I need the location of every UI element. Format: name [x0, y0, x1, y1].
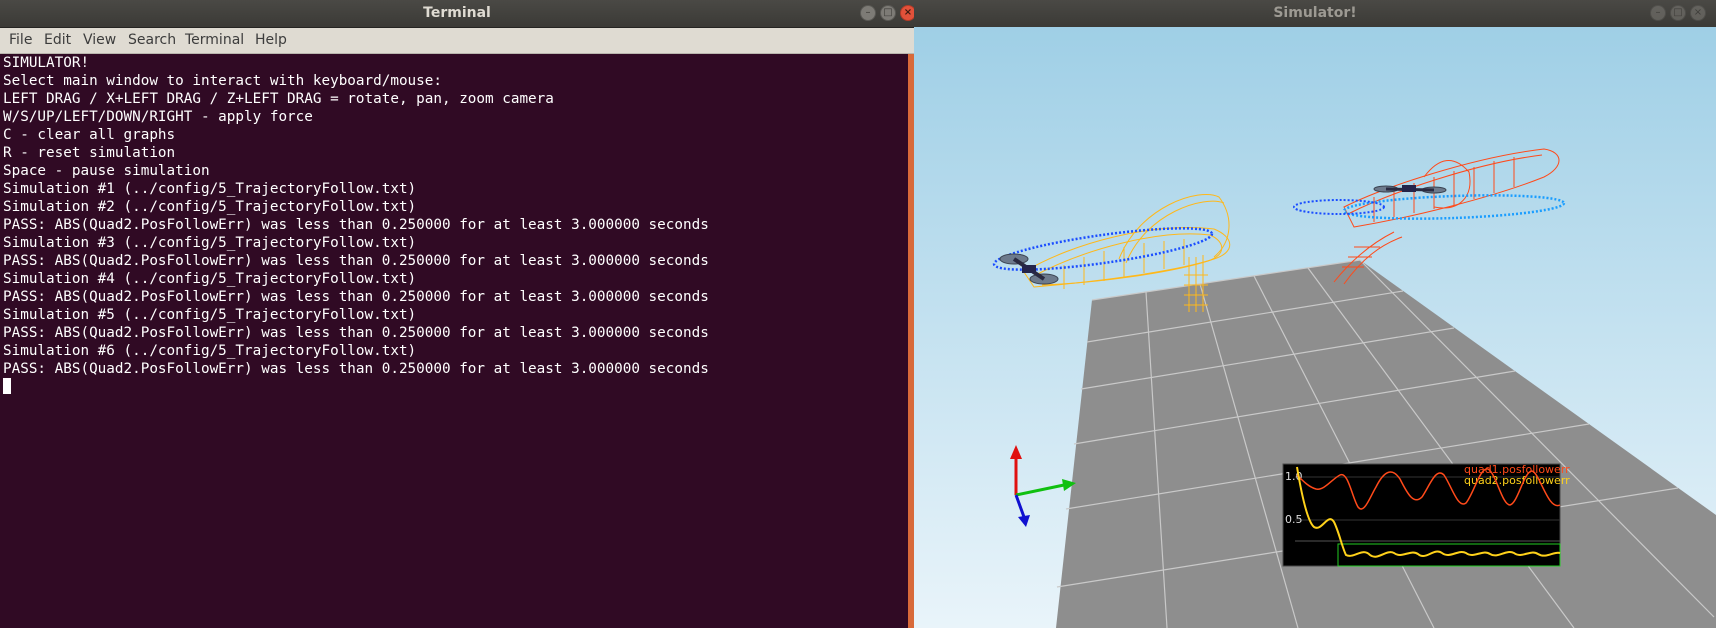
terminal-line: W/S/UP/LEFT/DOWN/RIGHT - apply force [3, 109, 313, 125]
sim-close-button[interactable]: × [1690, 5, 1706, 21]
simulator-titlebar[interactable]: Simulator! – □ × [914, 0, 1716, 27]
menu-search[interactable]: Search [128, 32, 176, 48]
terminal-window[interactable]: Terminal – □ × File Edit View Search Ter… [0, 0, 916, 628]
simulator-3d-view[interactable]: 1.0 0.5 quad1.posfollowerr quad2.posfoll… [914, 27, 1716, 628]
menu-terminal[interactable]: Terminal [185, 32, 244, 48]
menu-edit[interactable]: Edit [44, 32, 71, 48]
terminal-output[interactable]: SIMULATOR! Select main window to interac… [0, 54, 908, 628]
terminal-line: PASS: ABS(Quad2.PosFollowErr) was less t… [3, 361, 709, 377]
terminal-title: Terminal [423, 5, 491, 21]
terminal-line: LEFT DRAG / X+LEFT DRAG / Z+LEFT DRAG = … [3, 91, 554, 107]
menu-help[interactable]: Help [255, 32, 287, 48]
maximize-button[interactable]: □ [880, 5, 896, 21]
terminal-titlebar[interactable]: Terminal – □ × [0, 0, 916, 28]
y-tick-label: 0.5 [1285, 513, 1303, 526]
terminal-line: R - reset simulation [3, 145, 176, 161]
simulator-title: Simulator! [1273, 5, 1357, 21]
terminal-line: Space - pause simulation [3, 163, 210, 179]
terminal-cursor [3, 378, 11, 394]
sim-maximize-button[interactable]: □ [1670, 5, 1686, 21]
terminal-line: C - clear all graphs [3, 127, 176, 143]
menu-view[interactable]: View [83, 32, 116, 48]
terminal-line: Simulation #5 (../config/5_TrajectoryFol… [3, 307, 417, 323]
terminal-line: SIMULATOR! [3, 55, 90, 71]
terminal-line: Select main window to interact with keyb… [3, 73, 442, 89]
simulator-window[interactable]: Simulator! – □ × 1.0 0.5 quad1.posfollow… [914, 0, 1716, 628]
terminal-line: Simulation #1 (../config/5_TrajectoryFol… [3, 181, 417, 197]
terminal-menubar: File Edit View Search Terminal Help [0, 28, 914, 54]
sim-minimize-button[interactable]: – [1650, 5, 1666, 21]
terminal-line: PASS: ABS(Quad2.PosFollowErr) was less t… [3, 289, 709, 305]
terminal-line: Simulation #2 (../config/5_TrajectoryFol… [3, 199, 417, 215]
terminal-line: PASS: ABS(Quad2.PosFollowErr) was less t… [3, 253, 709, 269]
terminal-line: Simulation #4 (../config/5_TrajectoryFol… [3, 271, 417, 287]
error-graph: 1.0 0.5 quad1.posfollowerr quad2.posfoll… [1282, 463, 1570, 567]
minimize-button[interactable]: – [860, 5, 876, 21]
terminal-line: PASS: ABS(Quad2.PosFollowErr) was less t… [3, 217, 709, 233]
terminal-line: Simulation #6 (../config/5_TrajectoryFol… [3, 343, 417, 359]
terminal-line: PASS: ABS(Quad2.PosFollowErr) was less t… [3, 325, 709, 341]
menu-file[interactable]: File [9, 32, 32, 48]
terminal-line: Simulation #3 (../config/5_TrajectoryFol… [3, 235, 417, 251]
